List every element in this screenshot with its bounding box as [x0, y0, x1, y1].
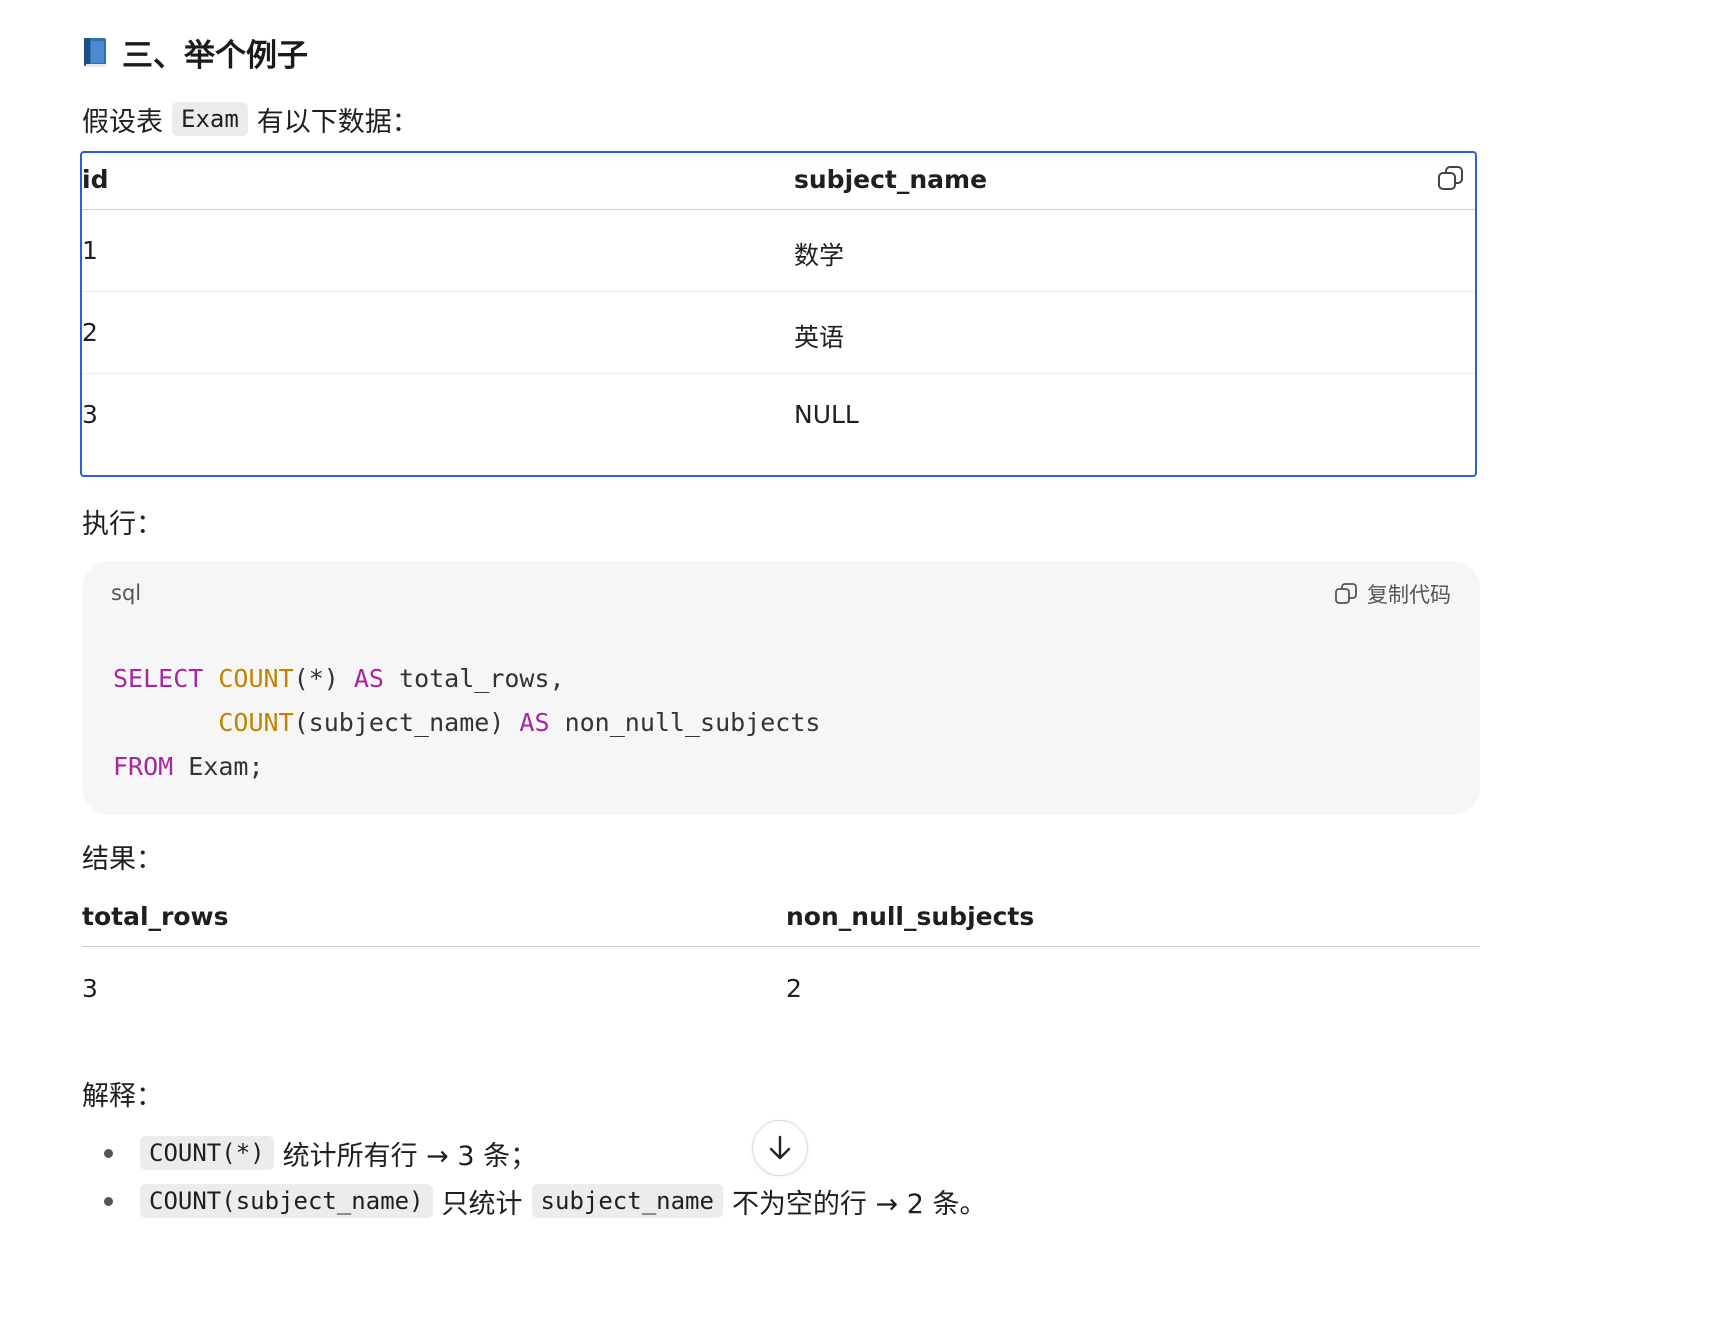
intro-text-after: 有以下数据：: [256, 106, 419, 138]
inline-code: COUNT(subject_name): [140, 1184, 433, 1218]
table-cell-subject-name: NULL: [794, 400, 859, 429]
code-text: (subject_name): [293, 708, 520, 737]
result-table: total_rows non_null_subjects 3 2: [82, 895, 1480, 1015]
code-function: COUNT: [218, 664, 294, 693]
list-item-text: 不为空的行 → 2 条。: [731, 1188, 987, 1220]
code-keyword: SELECT: [113, 664, 204, 693]
execute-label: 执行：: [82, 508, 163, 540]
heading-title: 三、举个例子: [122, 37, 308, 74]
data-table[interactable]: id subject_name 1 数学 2 英语 3 NULL: [80, 151, 1477, 477]
table-header-divider: [82, 209, 1475, 210]
copy-icon: [1335, 583, 1357, 604]
list-item: COUNT(subject_name) 只统计 subject_name 不为空…: [140, 1180, 987, 1222]
book-icon: [82, 35, 110, 69]
inline-code: COUNT(*): [140, 1136, 274, 1170]
result-label: 结果：: [82, 843, 163, 875]
scroll-to-bottom-button[interactable]: [752, 1120, 808, 1176]
code-text: (*): [293, 664, 354, 693]
section-heading: 三、举个例子: [82, 30, 308, 74]
table-header-id: id: [82, 165, 109, 194]
code-block: sql 复制代码 SELECT COUNT(*) AS total_rows, …: [82, 561, 1480, 815]
inline-code: subject_name: [531, 1184, 723, 1218]
arrow-down-icon: [769, 1135, 791, 1160]
table-row-divider: [82, 291, 1475, 292]
code-text: non_null_subjects: [549, 708, 821, 737]
code-keyword: AS: [353, 664, 384, 693]
table-cell-id: 1: [82, 236, 98, 265]
table-cell-non-null-subjects: 2: [786, 974, 802, 1003]
code-text: total_rows,: [383, 664, 565, 693]
code-function: COUNT: [218, 708, 294, 737]
code-text: Exam;: [173, 752, 264, 781]
code-line: SELECT COUNT(*) AS total_rows,: [113, 657, 820, 701]
inline-code-table-name: Exam: [172, 102, 248, 136]
table-cell-subject-name: 英语: [794, 323, 845, 352]
table-cell-subject-name: 数学: [794, 241, 845, 270]
list-item-text: 统计所有行 → 3 条；: [282, 1140, 538, 1172]
bullet-dot: [104, 1197, 113, 1206]
bullet-dot: [104, 1149, 113, 1158]
list-item-text: 只统计: [441, 1188, 523, 1220]
copy-code-label: 复制代码: [1367, 583, 1451, 607]
code-line: COUNT(subject_name) AS non_null_subjects: [113, 701, 820, 745]
intro-paragraph: 假设表 Exam 有以下数据：: [82, 98, 419, 140]
table-header-divider: [82, 946, 1480, 947]
code-keyword: AS: [519, 708, 550, 737]
table-row-divider: [82, 373, 1475, 374]
table-cell-id: 2: [82, 318, 98, 347]
table-cell-id: 3: [82, 400, 98, 429]
code-content: SELECT COUNT(*) AS total_rows, COUNT(sub…: [113, 657, 820, 789]
table-header-total-rows: total_rows: [82, 902, 229, 931]
table-cell-total-rows: 3: [82, 974, 98, 1003]
code-language-label: sql: [111, 581, 142, 605]
code-line: FROM Exam;: [113, 745, 820, 789]
list-item: COUNT(*) 统计所有行 → 3 条；: [140, 1132, 537, 1174]
table-header-subject-name: subject_name: [794, 165, 988, 194]
copy-icon[interactable]: [1435, 163, 1467, 195]
explain-label: 解释：: [82, 1080, 163, 1112]
table-header-non-null-subjects: non_null_subjects: [786, 902, 1035, 931]
code-keyword: FROM: [113, 752, 174, 781]
intro-text-before: 假设表: [82, 106, 163, 138]
copy-code-button[interactable]: 复制代码: [1333, 579, 1451, 609]
